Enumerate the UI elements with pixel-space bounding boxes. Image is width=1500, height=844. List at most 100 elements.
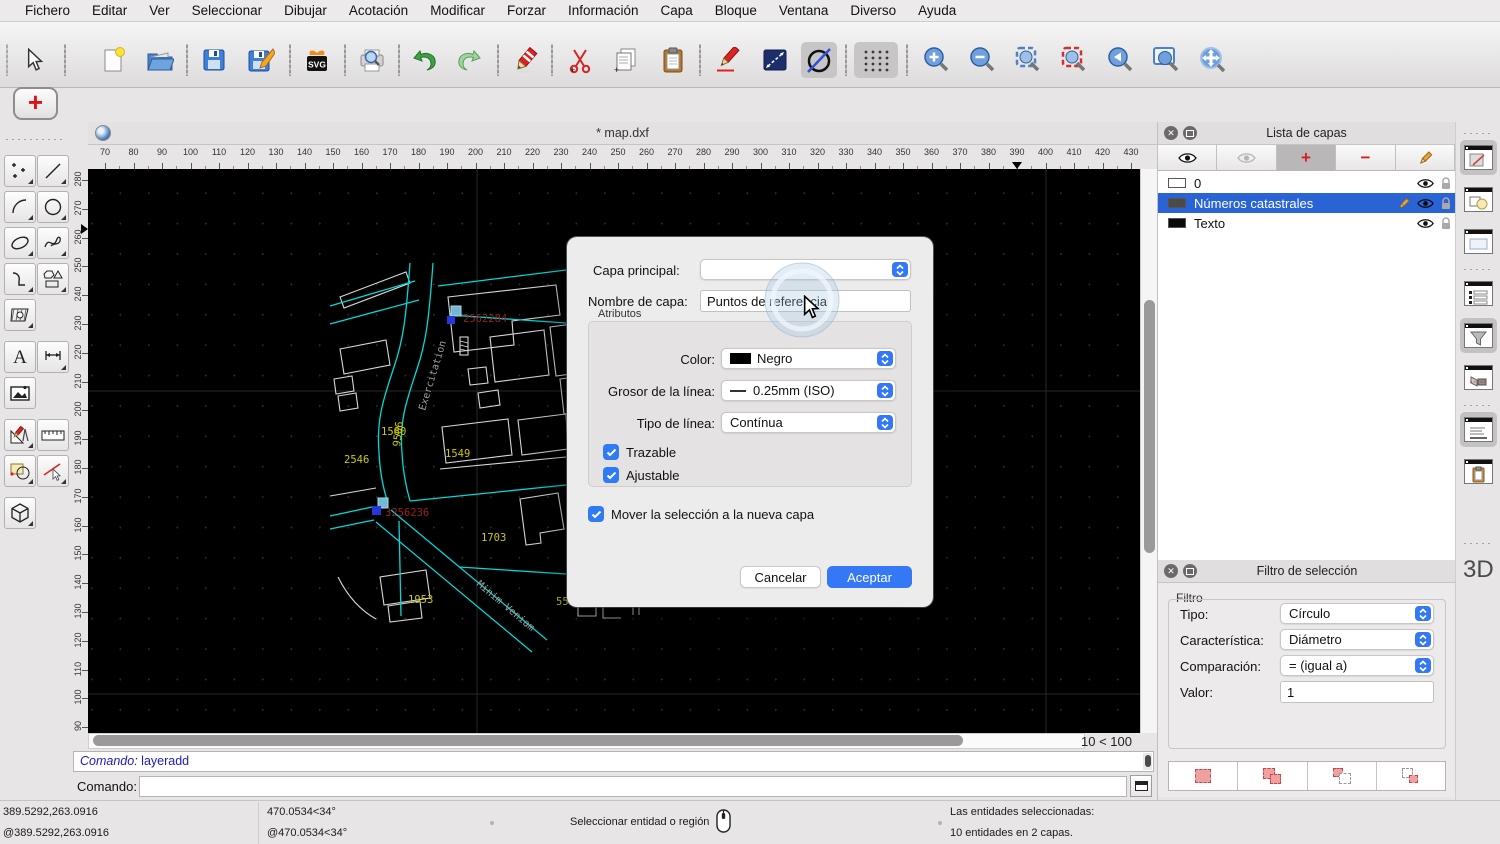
spline-tool-button[interactable]	[37, 227, 69, 259]
zoom-selection-button[interactable]	[1056, 42, 1092, 78]
draw-extra-tool-button[interactable]	[4, 419, 36, 451]
menu-bloque[interactable]: Bloque	[704, 0, 768, 22]
ajustable-checkbox[interactable]	[603, 467, 619, 483]
layer-lock-icon[interactable]	[1441, 197, 1451, 210]
layer-visibility-eye-icon[interactable]	[1417, 218, 1434, 229]
viewport-window-button[interactable]	[1460, 360, 1497, 395]
filter-type-popup[interactable]: Círculo	[1280, 603, 1434, 624]
polyline-tool-button[interactable]	[4, 263, 36, 295]
open-file-button[interactable]	[142, 42, 178, 78]
zoom-in-button[interactable]	[918, 42, 954, 78]
filter-comparison-popup[interactable]: = (igual a)	[1280, 655, 1434, 676]
pointer-tool-button[interactable]	[16, 42, 52, 78]
layer-lock-icon[interactable]	[1441, 177, 1451, 190]
move-selection-checkbox[interactable]	[588, 506, 604, 522]
color-popup[interactable]: Negro	[721, 348, 896, 369]
filter-remove-from-selection-button[interactable]	[1308, 762, 1377, 790]
draw-pen-button[interactable]	[710, 42, 746, 78]
layer-visibility-eye-icon[interactable]	[1417, 198, 1434, 209]
svg-export-button[interactable]: SVG	[299, 42, 335, 78]
zoom-previous-button[interactable]	[1102, 42, 1138, 78]
text-tool-button[interactable]: A	[4, 341, 36, 373]
cut-button[interactable]: +	[562, 42, 598, 78]
zoom-auto-button[interactable]	[1010, 42, 1046, 78]
clipboard-window-button[interactable]	[1460, 454, 1497, 489]
command-line-window-button[interactable]	[1460, 412, 1497, 447]
hide-all-layers-button[interactable]	[1217, 145, 1276, 170]
command-window-toggle-button[interactable]	[1130, 775, 1152, 797]
snap-tool-button[interactable]	[37, 455, 69, 487]
paste-button[interactable]	[655, 42, 691, 78]
menu-editar[interactable]: Editar	[81, 0, 138, 22]
lineweight-popup[interactable]: 0.25mm (ISO)	[721, 380, 896, 401]
copy-button[interactable]: +	[608, 42, 644, 78]
layer-row-numeros-catastrales[interactable]: Números catastrales	[1158, 193, 1455, 213]
shape-tool-button[interactable]	[37, 263, 69, 295]
menu-dibujar[interactable]: Dibujar	[273, 0, 338, 22]
layer-lock-icon[interactable]	[1441, 217, 1451, 230]
zoom-out-button[interactable]	[964, 42, 1000, 78]
layer-row-texto[interactable]: Texto	[1158, 213, 1455, 233]
remove-layer-button[interactable]: −	[1336, 145, 1395, 170]
menu-forzar[interactable]: Forzar	[496, 0, 557, 22]
menu-modificar[interactable]: Modificar	[419, 0, 496, 22]
hatch-tool-button[interactable]	[4, 299, 36, 331]
menu-seleccionar[interactable]: Seleccionar	[181, 0, 274, 22]
menu-ver[interactable]: Ver	[138, 0, 180, 22]
library-browser-window-button[interactable]	[1460, 224, 1497, 259]
circle-tool-button[interactable]	[37, 191, 69, 223]
edit-layer-button[interactable]	[1396, 145, 1455, 170]
menu-ventana[interactable]: Ventana	[768, 0, 840, 22]
h-scroll-thumb[interactable]	[93, 735, 963, 746]
accept-button[interactable]: Aceptar	[827, 566, 912, 588]
command-history-scrollbar[interactable]	[1143, 753, 1152, 770]
trazable-checkbox[interactable]	[603, 444, 619, 460]
command-input[interactable]	[139, 776, 1127, 797]
save-as-button[interactable]	[243, 42, 279, 78]
ellipse-tool-button[interactable]	[4, 227, 36, 259]
add-layer-button[interactable]: +	[1277, 145, 1336, 170]
points-tool-button[interactable]	[4, 155, 36, 187]
grid-toggle-button[interactable]	[854, 42, 898, 78]
filter-value-input[interactable]	[1280, 681, 1434, 703]
distance-tool-button[interactable]	[757, 42, 793, 78]
menu-informacion[interactable]: Información	[557, 0, 650, 22]
line-tool-button[interactable]	[37, 155, 69, 187]
filter-add-to-selection-button[interactable]	[1238, 762, 1307, 790]
layer-row-0[interactable]: 0	[1158, 173, 1455, 193]
layer-name-input[interactable]	[700, 290, 911, 312]
filter-select-all-button[interactable]	[1169, 762, 1238, 790]
measure-tool-button[interactable]	[37, 419, 69, 451]
selection-filter-window-button[interactable]	[1460, 318, 1497, 353]
print-preview-button[interactable]	[354, 42, 390, 78]
linetype-popup[interactable]: Contínua	[721, 412, 896, 433]
horizontal-scrollbar[interactable]: 10 < 100	[88, 733, 1140, 749]
layer-visibility-eye-icon[interactable]	[1417, 178, 1434, 189]
cancel-button[interactable]: Cancelar	[740, 566, 821, 588]
pan-button[interactable]	[1194, 42, 1230, 78]
show-all-layers-button[interactable]	[1158, 145, 1217, 170]
solid-tool-button[interactable]	[4, 497, 36, 529]
add-layer-action-button[interactable]: +	[13, 87, 58, 120]
menu-capa[interactable]: Capa	[650, 0, 704, 22]
modify-tool-button[interactable]	[4, 455, 36, 487]
menu-acotacion[interactable]: Acotación	[338, 0, 419, 22]
filter-characteristic-popup[interactable]: Diámetro	[1280, 629, 1434, 650]
new-file-button[interactable]	[96, 42, 132, 78]
vertical-scrollbar[interactable]	[1140, 169, 1157, 733]
block-list-window-button[interactable]	[1460, 182, 1497, 217]
arc-tool-button[interactable]	[4, 191, 36, 223]
menu-ayuda[interactable]: Ayuda	[907, 0, 967, 22]
v-scroll-thumb[interactable]	[1144, 300, 1155, 553]
dimension-tool-button[interactable]	[37, 341, 69, 373]
property-list-window-button[interactable]	[1460, 276, 1497, 311]
zoom-window-button[interactable]	[1148, 42, 1184, 78]
menu-diverso[interactable]: Diverso	[839, 0, 907, 22]
parent-layer-popup[interactable]	[700, 259, 911, 280]
undo-button[interactable]	[406, 42, 442, 78]
image-tool-button[interactable]	[4, 377, 36, 409]
filter-intersect-selection-button[interactable]	[1377, 762, 1445, 790]
layer-list-window-button[interactable]	[1460, 140, 1497, 175]
redo-button[interactable]	[452, 42, 488, 78]
menu-fichero[interactable]: Fichero	[14, 0, 81, 22]
